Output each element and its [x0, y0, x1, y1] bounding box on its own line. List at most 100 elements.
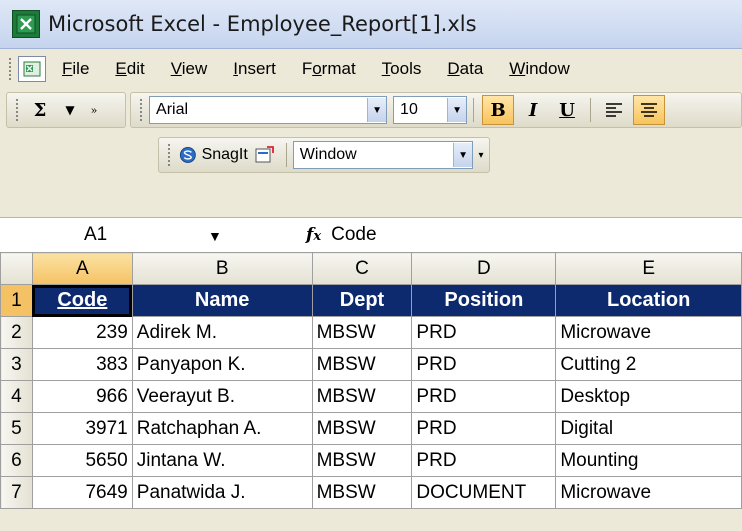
cell-position[interactable]: PRD: [411, 380, 557, 413]
toolbar-separator: [473, 98, 475, 122]
menu-data[interactable]: Data: [447, 59, 483, 79]
cell-dept[interactable]: MBSW: [311, 444, 413, 477]
menubar-grip[interactable]: [8, 57, 12, 81]
column-header-row: A B C D E: [0, 252, 742, 285]
cell-dept[interactable]: MBSW: [311, 380, 413, 413]
cell-code[interactable]: 5650: [31, 444, 133, 477]
row-header[interactable]: 5: [0, 412, 33, 445]
row-header[interactable]: 7: [0, 476, 33, 509]
column-header-d[interactable]: D: [411, 252, 557, 285]
toolbar-options-icon[interactable]: ▾: [475, 141, 487, 169]
select-all-corner[interactable]: [0, 252, 33, 285]
cell-name[interactable]: Ratchaphan A.: [131, 412, 313, 445]
table-row: 4 966 Veerayut B. MBSW PRD Desktop: [0, 380, 742, 413]
menu-window[interactable]: Window: [509, 59, 569, 79]
cell-name[interactable]: Jintana W.: [131, 444, 313, 477]
cell-location[interactable]: Mounting: [555, 444, 742, 477]
cell-code[interactable]: 966: [31, 380, 133, 413]
insert-function-icon[interactable]: fx: [306, 225, 321, 245]
worksheet-grid: A B C D E 1 Code Name Dept Position Loca…: [0, 252, 742, 509]
snagit-profile-value: Window: [299, 146, 357, 163]
row-header[interactable]: 6: [0, 444, 33, 477]
cell-location[interactable]: Cutting 2: [555, 348, 742, 381]
snagit-button[interactable]: SnagIt: [179, 141, 248, 169]
name-box[interactable]: A1 ▼: [0, 220, 222, 250]
row-header[interactable]: 3: [0, 348, 33, 381]
cell-name[interactable]: Adirek M.: [131, 316, 313, 349]
cell-location[interactable]: Desktop: [555, 380, 742, 413]
snagit-capture-icon[interactable]: [252, 141, 278, 169]
cell-c1[interactable]: Dept: [311, 284, 413, 317]
cell-code[interactable]: 383: [31, 348, 133, 381]
table-row: 6 5650 Jintana W. MBSW PRD Mounting: [0, 444, 742, 477]
menu-edit[interactable]: Edit: [115, 59, 144, 79]
cell-dept[interactable]: MBSW: [311, 348, 413, 381]
cell-e1[interactable]: Location: [555, 284, 742, 317]
font-name-select[interactable]: Arial ▼: [149, 96, 388, 124]
cell-dept[interactable]: MBSW: [311, 476, 413, 509]
column-header-e[interactable]: E: [555, 252, 742, 285]
italic-button[interactable]: I: [518, 96, 548, 124]
cell-code[interactable]: 7649: [31, 476, 133, 509]
cell-code[interactable]: 3971: [31, 412, 133, 445]
cell-location[interactable]: Microwave: [555, 316, 742, 349]
cell-location[interactable]: Microwave: [555, 476, 742, 509]
menu-insert[interactable]: Insert: [233, 59, 276, 79]
chevron-down-icon[interactable]: ▼: [208, 228, 222, 244]
row-header[interactable]: 4: [0, 380, 33, 413]
toolbar-grip-2[interactable]: [139, 98, 144, 122]
snagit-profile-select[interactable]: Window ▼: [292, 141, 474, 169]
column-header-a[interactable]: A: [31, 252, 133, 285]
row-header[interactable]: 2: [0, 316, 33, 349]
cell-code[interactable]: 239: [31, 316, 133, 349]
cell-position[interactable]: PRD: [411, 412, 557, 445]
menu-view[interactable]: View: [171, 59, 208, 79]
cell-location[interactable]: Digital: [555, 412, 742, 445]
formula-bar: A1 ▼ fx Code: [0, 217, 742, 253]
menu-file[interactable]: File: [62, 59, 89, 79]
table-row: 5 3971 Ratchaphan A. MBSW PRD Digital: [0, 412, 742, 445]
toolbar-options-icon[interactable]: »: [87, 96, 101, 124]
column-header-c[interactable]: C: [311, 252, 413, 285]
cell-name[interactable]: Panatwida J.: [131, 476, 313, 509]
font-name-value: Arial: [156, 101, 189, 118]
window-title: Microsoft Excel - Employee_Report[1].xls: [48, 12, 477, 36]
table-row: 2 239 Adirek M. MBSW PRD Microwave: [0, 316, 742, 349]
toolbar-grip[interactable]: [15, 98, 19, 122]
title-bar: Microsoft Excel - Employee_Report[1].xls: [0, 0, 742, 49]
standard-toolbar-strip: Σ ▼ »: [6, 92, 127, 128]
chevron-down-icon[interactable]: ▼: [453, 143, 473, 167]
excel-app-icon[interactable]: [12, 10, 40, 38]
formatting-toolbar: Σ ▼ » Arial ▼ 10 ▼ B I U: [0, 89, 742, 131]
cell-position[interactable]: PRD: [411, 444, 557, 477]
table-row: 1 Code Name Dept Position Location: [0, 284, 742, 317]
cell-b1[interactable]: Name: [131, 284, 313, 317]
cell-position[interactable]: DOCUMENT: [411, 476, 557, 509]
align-left-icon[interactable]: [599, 96, 629, 124]
cell-d1[interactable]: Position: [411, 284, 557, 317]
cell-dept[interactable]: MBSW: [311, 316, 413, 349]
chevron-down-icon[interactable]: ▼: [447, 98, 467, 122]
cell-position[interactable]: PRD: [411, 348, 557, 381]
column-header-b[interactable]: B: [131, 252, 313, 285]
cell-a1[interactable]: Code: [31, 284, 133, 317]
toolbar-separator: [285, 143, 287, 167]
autosum-button[interactable]: Σ: [27, 96, 53, 124]
menu-format[interactable]: Format: [302, 59, 356, 79]
snagit-toolbar-grip[interactable]: [167, 143, 171, 167]
autosum-dropdown-icon[interactable]: ▼: [57, 96, 83, 124]
workbook-icon[interactable]: [18, 56, 46, 82]
align-center-icon[interactable]: [633, 95, 666, 125]
cell-name[interactable]: Veerayut B.: [131, 380, 313, 413]
underline-button[interactable]: U: [552, 96, 582, 124]
row-header[interactable]: 1: [0, 284, 33, 317]
formula-content[interactable]: Code: [331, 224, 376, 246]
cell-name[interactable]: Panyapon K.: [131, 348, 313, 381]
cell-dept[interactable]: MBSW: [311, 412, 413, 445]
font-size-select[interactable]: 10 ▼: [393, 96, 468, 124]
chevron-down-icon[interactable]: ▼: [367, 98, 387, 122]
cell-position[interactable]: PRD: [411, 316, 557, 349]
table-row: 7 7649 Panatwida J. MBSW DOCUMENT Microw…: [0, 476, 742, 509]
menu-tools[interactable]: Tools: [382, 59, 422, 79]
bold-button[interactable]: B: [482, 95, 515, 125]
